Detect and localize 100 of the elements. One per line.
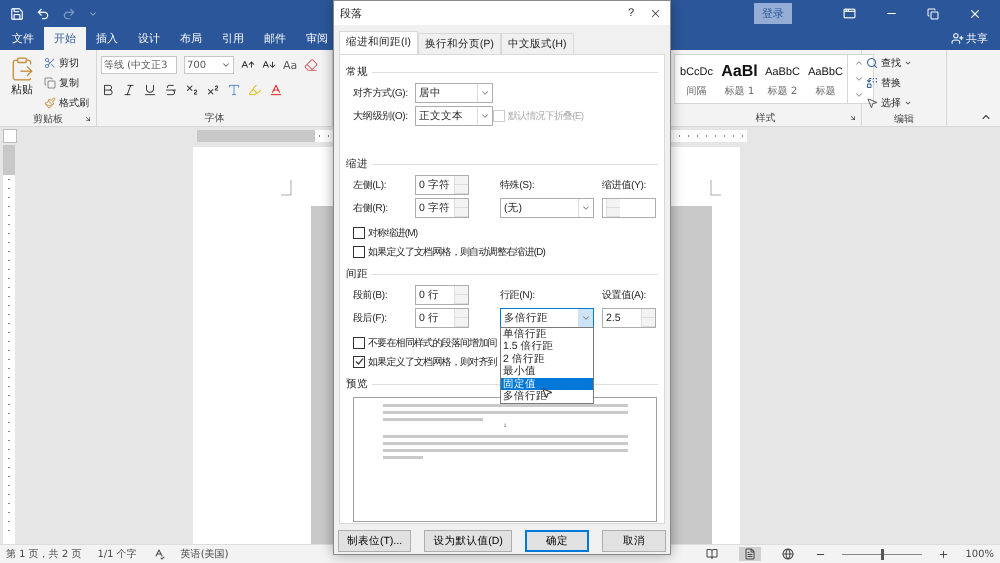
section-heading: 预览 [346,377,368,391]
field-label: 行距(N): [500,288,536,302]
dialog-title: 段落 [340,6,363,20]
launcher-icon[interactable] [849,114,857,122]
dropdown-field[interactable]: 居中 [415,82,493,102]
page-icon [744,548,756,560]
select-button[interactable]: 选择 [866,94,912,111]
font-color-icon[interactable] [269,83,283,97]
dialog-button[interactable]: 取消 [602,530,666,552]
group-label: 字体 [204,112,224,125]
dialog-button[interactable]: 设为默认值(D) [424,530,512,552]
checkbox[interactable] [353,246,365,258]
paste-button[interactable]: 粘贴 [4,54,40,111]
crop-mark-icon [281,180,292,196]
dialog-tab[interactable]: 缩进和间距(I) [339,31,418,54]
text-effect-icon[interactable] [227,83,241,97]
dropdown-field[interactable]: 正文文本 [415,106,493,126]
ribbon-tab[interactable]: 邮件 [254,27,296,50]
help-button[interactable]: ? [613,7,649,19]
dialog-tab[interactable]: 中文版式(H) [500,33,574,54]
ribbon-tab[interactable]: 开始 [44,27,86,50]
ribbon-tab[interactable]: 插入 [86,27,128,50]
share-button[interactable]: 共享 [966,31,988,46]
launcher-icon[interactable] [84,115,92,123]
pointer-icon [866,96,878,108]
proofing-icon[interactable] [152,548,165,560]
field-label: 对齐方式(G): [353,86,409,100]
field-label: 段前(B): [353,288,388,302]
save-icon[interactable] [10,6,24,20]
checkbox-label: 不要在相同样式的段落间增加间 [368,336,497,350]
read-mode-icon[interactable] [706,548,718,560]
ribbon-display-icon[interactable] [842,7,856,20]
superscript-icon[interactable] [206,83,220,97]
ribbon-tab[interactable]: 布局 [170,27,212,50]
italic-icon[interactable] [122,83,136,97]
zoom-level[interactable]: 100% [965,548,994,560]
user-icon[interactable] [951,32,964,45]
dropdown-field[interactable]: (无) [500,198,594,218]
format-painter-button[interactable]: 格式刷 [44,94,89,111]
font-size-field[interactable]: 700 [184,56,234,74]
undo-icon[interactable] [36,6,50,20]
dialog-tab[interactable]: 换行和分页(P) [418,33,501,54]
restore-icon[interactable] [927,8,939,20]
field-label: 段后(F): [353,312,388,324]
number-field[interactable]: 2.5 [602,308,656,328]
find-button[interactable]: 查找 [866,54,912,71]
field-label: 左侧(L): [353,178,388,192]
checkbox-label: 默认情况下折叠(E) [508,110,584,122]
ribbon-tab[interactable]: 设计 [128,27,170,50]
crop-mark-icon [710,180,721,196]
field-label: 大纲级别(O): [353,110,409,122]
field-label: 特殊(S): [500,178,536,192]
cut-button[interactable]: 剪切 [44,54,89,71]
redo-icon[interactable] [62,6,76,20]
language-label[interactable]: 英语(美国) [180,547,229,561]
copy-icon [44,76,56,88]
replace-icon [866,76,878,88]
underline-icon[interactable] [143,83,157,97]
page-count[interactable]: 第 1 页，共 2 页 [6,547,82,561]
style-item[interactable]: bCcDc 间隔 [675,55,718,103]
subscript-icon[interactable] [185,83,199,97]
field-label: 设置值(A): [602,288,648,302]
dialog-button[interactable]: 制表位(T)... [338,530,412,552]
style-item[interactable]: AaBbC 标题 2 [761,55,804,103]
search-icon [866,56,878,68]
print-layout-button[interactable] [739,547,762,561]
copy-button[interactable]: 复制 [44,74,89,91]
section-heading: 间距 [346,267,368,281]
field-label: 缩进值(Y): [602,178,648,192]
dropdown-field[interactable]: 多倍行距 [500,308,594,328]
checkbox-label: 如果定义了文档网格，则自动调整右缩进(D) [368,246,546,258]
eraser-icon[interactable] [304,58,318,72]
ribbon-tab[interactable]: 引用 [212,27,254,50]
style-item[interactable]: AaBbC 标题 [804,55,847,103]
replace-button[interactable]: 替换 [866,74,912,91]
word-count[interactable]: 1/1 个字 [97,547,137,561]
bold-icon[interactable] [101,83,115,97]
change-case-button[interactable]: Aa [283,58,298,72]
dropdown-option[interactable]: 固定值 [501,378,593,390]
zoom-in-icon[interactable] [938,548,950,560]
number-field[interactable]: 0 行 [415,308,469,328]
strikethrough-icon[interactable] [164,83,178,97]
checkbox[interactable] [353,226,365,238]
group-label: 剪贴板 [33,112,63,126]
font-name-field[interactable]: 等线 (中文正3 [101,56,177,74]
number-field[interactable]: 0 行 [415,284,469,304]
number-field[interactable]: 0 字符 [415,174,469,194]
field-label: 右侧(R): [353,202,389,214]
slider-thumb[interactable] [881,548,884,560]
section-heading: 常规 [346,65,368,79]
group-label: 编辑 [894,112,914,126]
checkbox-label: 如果定义了文档网格，则对齐到 [368,356,497,368]
checkbox[interactable] [353,356,365,368]
style-item[interactable]: AaBl 标题 1 [718,55,761,103]
web-layout-icon[interactable] [782,548,794,560]
dialog-button[interactable]: 确定 [524,530,589,552]
number-field[interactable]: 0 字符 [415,198,469,218]
checkbox[interactable] [353,336,365,348]
number-field[interactable] [602,198,656,218]
ribbon-tab[interactable]: 文件 [2,27,44,50]
